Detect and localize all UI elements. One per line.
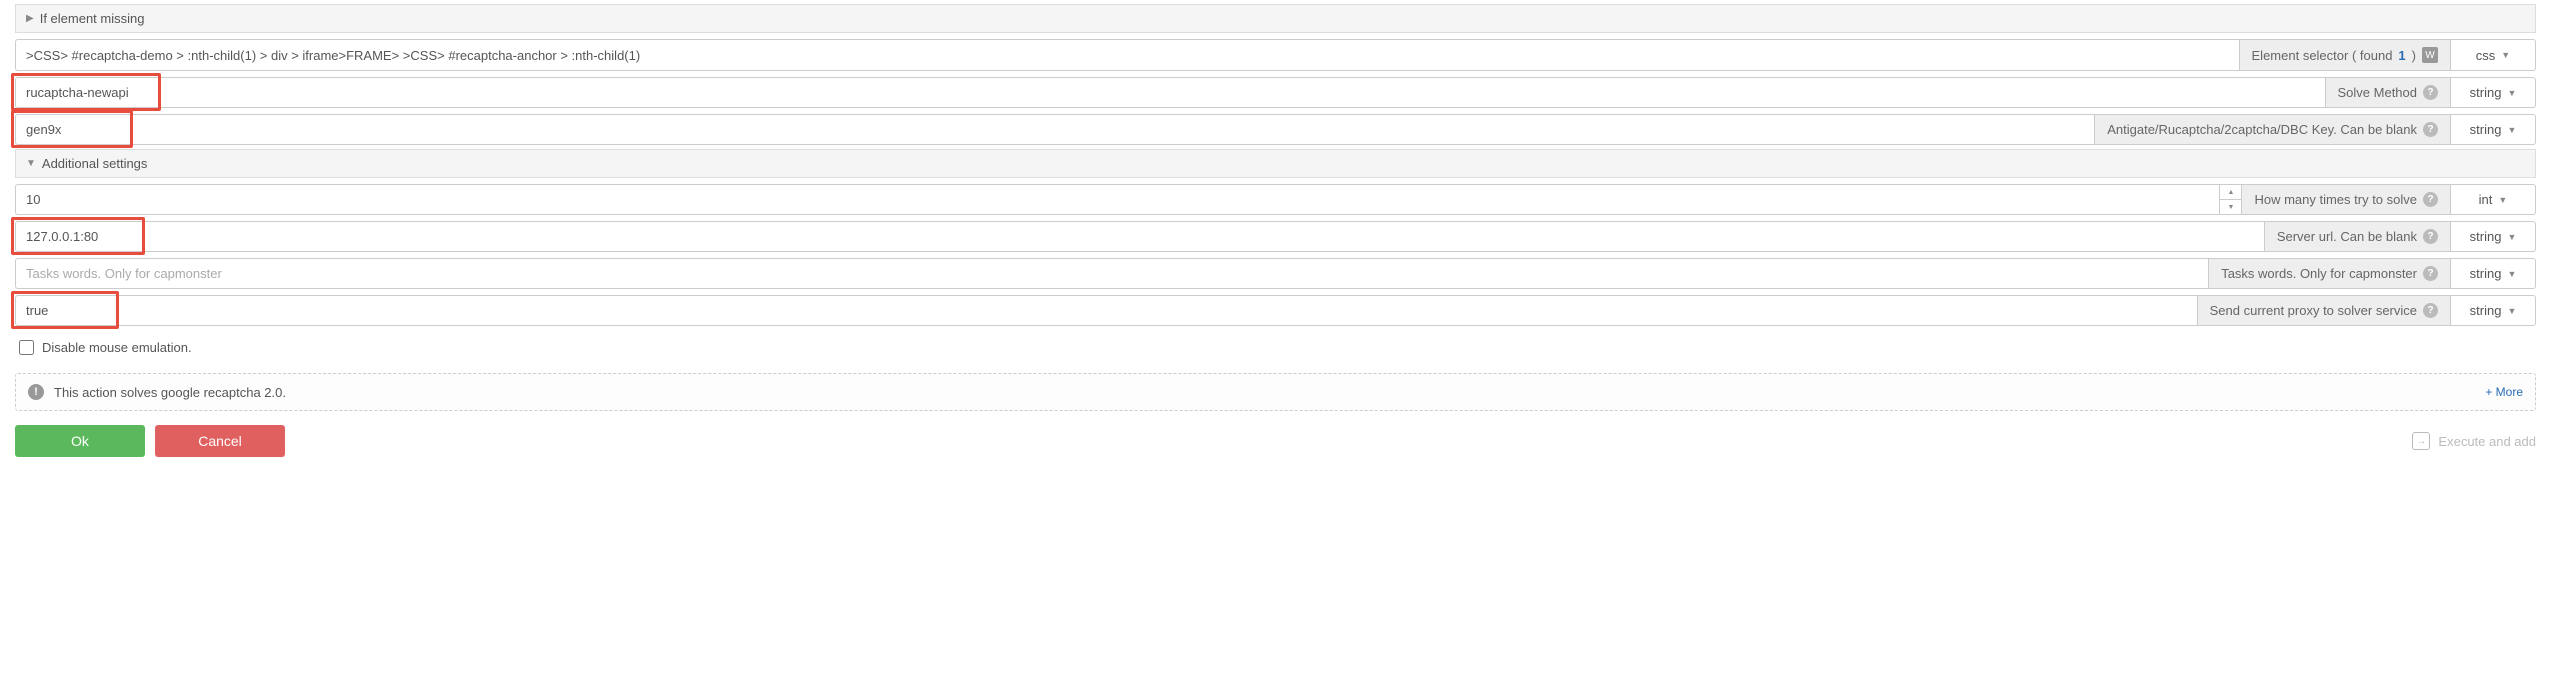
row-send-proxy: Send current proxy to solver service ? s… bbox=[15, 295, 2536, 326]
caret-down-icon: ▼ bbox=[2507, 88, 2516, 98]
spinner-up-icon[interactable]: ▲ bbox=[2220, 185, 2241, 200]
caret-down-icon: ▼ bbox=[2507, 306, 2516, 316]
row-server-url: Server url. Can be blank ? string ▼ bbox=[15, 221, 2536, 252]
row-tries: ▲ ▼ How many times try to solve ? int ▼ bbox=[15, 184, 2536, 215]
help-icon[interactable]: ? bbox=[2423, 266, 2438, 281]
more-link[interactable]: + More bbox=[2485, 385, 2523, 399]
execute-and-add[interactable]: → Execute and add bbox=[2412, 432, 2536, 450]
help-icon[interactable]: ? bbox=[2423, 85, 2438, 100]
type-dropdown-string[interactable]: string ▼ bbox=[2451, 77, 2536, 108]
row-tasks-words: Tasks words. Only for capmonster ? strin… bbox=[15, 258, 2536, 289]
info-box: ! This action solves google recaptcha 2.… bbox=[15, 373, 2536, 411]
caret-down-icon: ▼ bbox=[2507, 232, 2516, 242]
found-count: 1 bbox=[2398, 48, 2405, 63]
server-url-input[interactable] bbox=[15, 221, 2265, 252]
cancel-button[interactable]: Cancel bbox=[155, 425, 285, 457]
api-key-label: Antigate/Rucaptcha/2captcha/DBC Key. Can… bbox=[2095, 114, 2451, 145]
checkbox-row: Disable mouse emulation. bbox=[15, 332, 2536, 363]
type-dropdown-string[interactable]: string ▼ bbox=[2451, 114, 2536, 145]
solve-method-label: Solve Method ? bbox=[2326, 77, 2452, 108]
tasks-words-label: Tasks words. Only for capmonster ? bbox=[2209, 258, 2451, 289]
section-label: If element missing bbox=[40, 11, 145, 26]
server-url-label: Server url. Can be blank ? bbox=[2265, 221, 2451, 252]
row-api-key: Antigate/Rucaptcha/2captcha/DBC Key. Can… bbox=[15, 114, 2536, 145]
help-icon[interactable]: ? bbox=[2423, 192, 2438, 207]
type-dropdown-css[interactable]: css ▼ bbox=[2451, 39, 2536, 71]
type-dropdown-string[interactable]: string ▼ bbox=[2451, 221, 2536, 252]
caret-down-icon: ▼ bbox=[2507, 269, 2516, 279]
type-dropdown-string[interactable]: string ▼ bbox=[2451, 295, 2536, 326]
tasks-words-input[interactable] bbox=[15, 258, 2209, 289]
row-element-selector: Element selector ( found 1 ) W css ▼ bbox=[15, 39, 2536, 71]
help-icon[interactable]: ? bbox=[2423, 122, 2438, 137]
element-selector-label: Element selector ( found 1 ) W bbox=[2240, 39, 2451, 71]
caret-down-icon: ▼ bbox=[2501, 50, 2510, 60]
checkbox-label: Disable mouse emulation. bbox=[42, 340, 192, 355]
w-badge-icon: W bbox=[2422, 47, 2438, 63]
section-if-element-missing[interactable]: ▶ If element missing bbox=[15, 4, 2536, 33]
solve-method-input[interactable] bbox=[15, 77, 2326, 108]
caret-down-icon: ▼ bbox=[2507, 125, 2516, 135]
type-dropdown-string[interactable]: string ▼ bbox=[2451, 258, 2536, 289]
button-row: Ok Cancel → Execute and add bbox=[15, 425, 2536, 457]
row-solve-method: Solve Method ? string ▼ bbox=[15, 77, 2536, 108]
execute-icon: → bbox=[2412, 432, 2430, 450]
section-label: Additional settings bbox=[42, 156, 148, 171]
disable-mouse-checkbox[interactable] bbox=[19, 340, 34, 355]
ok-button[interactable]: Ok bbox=[15, 425, 145, 457]
element-selector-input[interactable] bbox=[15, 39, 2240, 71]
number-spinner[interactable]: ▲ ▼ bbox=[2220, 184, 2242, 215]
tries-label: How many times try to solve ? bbox=[2242, 184, 2451, 215]
send-proxy-label: Send current proxy to solver service ? bbox=[2198, 295, 2451, 326]
chevron-right-icon: ▶ bbox=[26, 13, 34, 24]
help-icon[interactable]: ? bbox=[2423, 229, 2438, 244]
send-proxy-input[interactable] bbox=[15, 295, 2198, 326]
api-key-input[interactable] bbox=[15, 114, 2095, 145]
help-icon[interactable]: ? bbox=[2423, 303, 2438, 318]
info-icon: ! bbox=[28, 384, 44, 400]
caret-down-icon: ▼ bbox=[2498, 195, 2507, 205]
chevron-down-icon: ▼ bbox=[26, 158, 36, 169]
tries-input[interactable] bbox=[15, 184, 2220, 215]
section-additional-settings[interactable]: ▼ Additional settings bbox=[15, 149, 2536, 178]
type-dropdown-int[interactable]: int ▼ bbox=[2451, 184, 2536, 215]
spinner-down-icon[interactable]: ▼ bbox=[2220, 200, 2241, 214]
info-text: This action solves google recaptcha 2.0. bbox=[54, 385, 286, 400]
